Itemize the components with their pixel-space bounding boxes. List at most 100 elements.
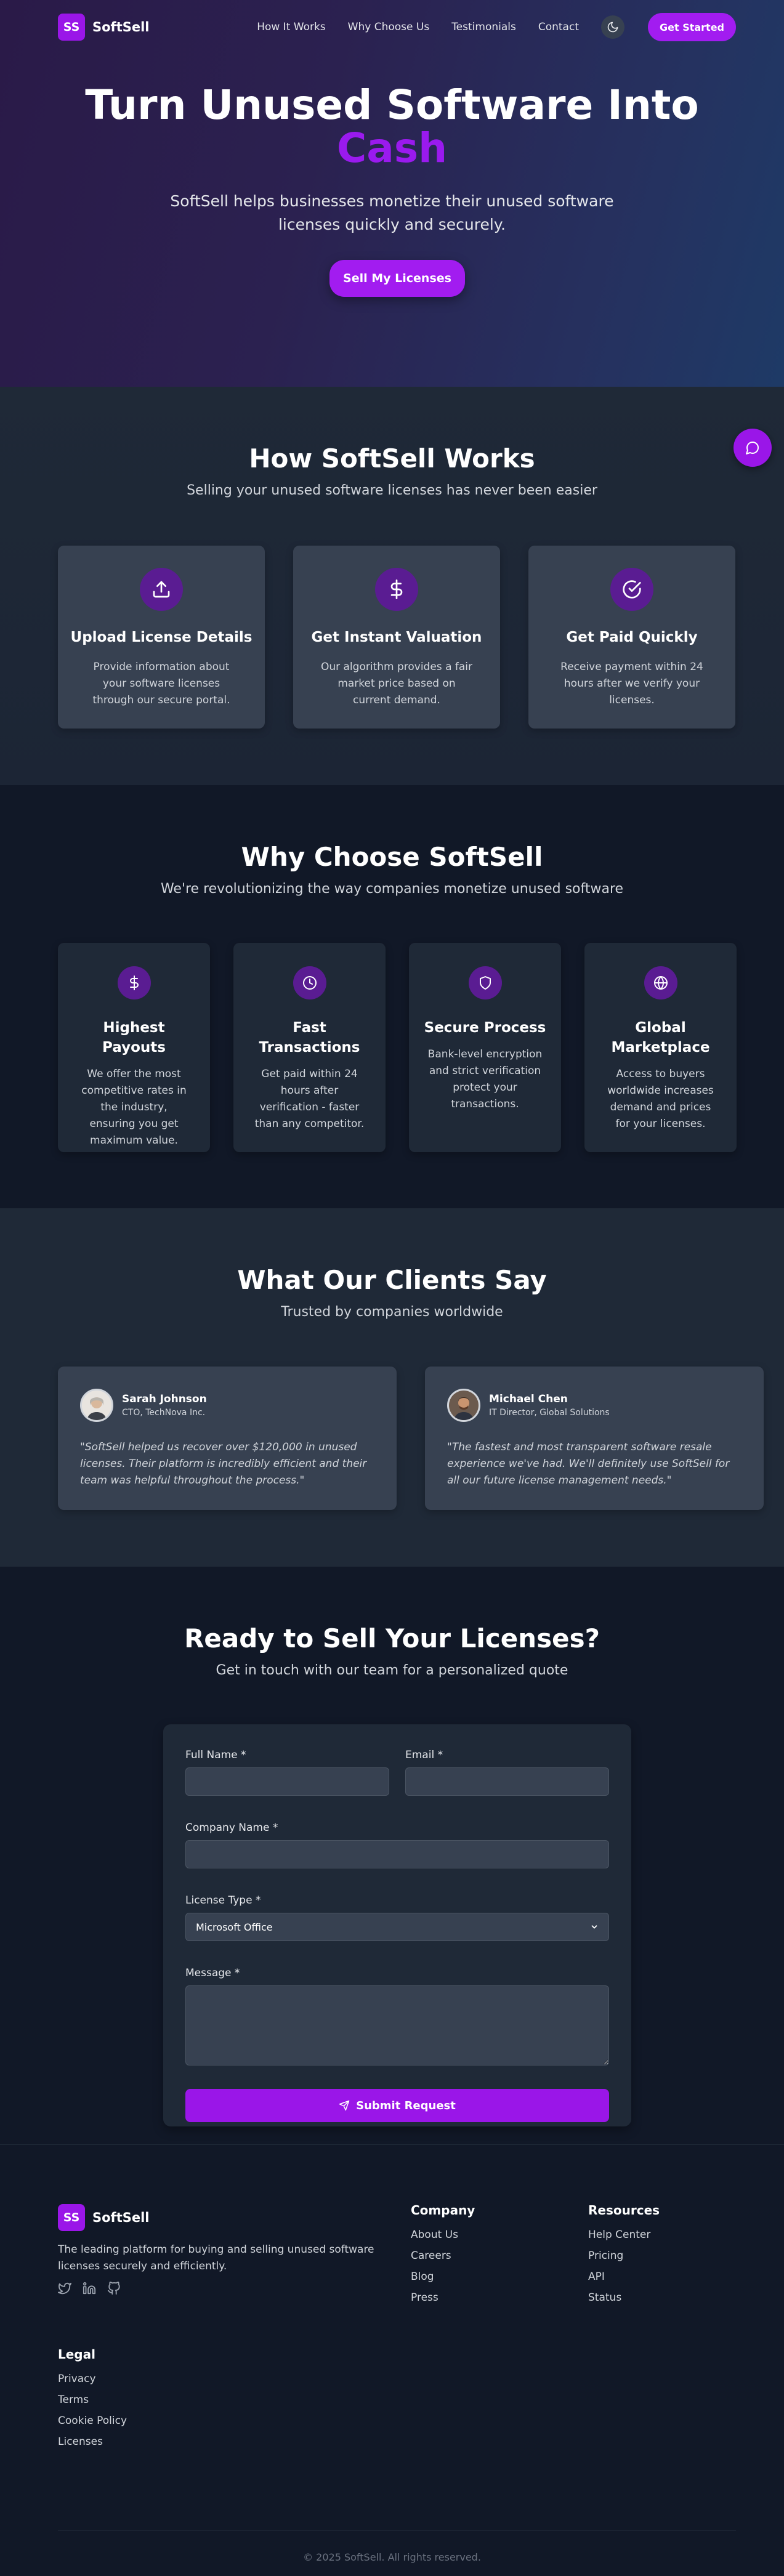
footer-link-privacy[interactable]: Privacy (58, 2373, 127, 2385)
card-title: Fast Transactions (259, 1020, 360, 1056)
card-title: Get Instant Valuation (311, 629, 482, 645)
license-type-value: Microsoft Office (196, 1921, 273, 1933)
person-role: CTO, TechNova Inc. (122, 1408, 206, 1418)
hero-title-accent: Cash (336, 124, 448, 172)
brand[interactable]: SS SoftSell (58, 14, 150, 41)
submit-request-button[interactable]: Submit Request (185, 2089, 609, 2122)
card-text: Access to buyers worldwide increases dem… (607, 1068, 714, 1130)
card-text: Receive payment within 24 hours after we… (560, 661, 703, 706)
section-title: What Our Clients Say (237, 1265, 547, 1295)
logo: SS (58, 2204, 85, 2231)
upload-icon (140, 568, 183, 611)
sell-my-licenses-button[interactable]: Sell My Licenses (329, 260, 465, 297)
card-title: Global Marketplace (611, 1020, 710, 1056)
section-title: Why Choose SoftSell (241, 842, 543, 872)
nav-link-testimonials[interactable]: Testimonials (451, 21, 516, 33)
testimonial-quote: "SoftSell helped us recover over $120,00… (80, 1441, 367, 1487)
clock-icon (293, 966, 326, 999)
message-label: Message * (185, 1967, 240, 1979)
card-text: Our algorithm provides a fair market pri… (320, 661, 473, 706)
nav-link-how-it-works[interactable]: How It Works (257, 21, 325, 33)
theme-toggle-button[interactable] (600, 15, 624, 39)
email-input[interactable] (405, 1767, 609, 1796)
footer: SS SoftSell The leading platform for buy… (0, 2144, 784, 2576)
company-name-input[interactable] (185, 1840, 609, 1868)
footer-link-api[interactable]: API (588, 2271, 660, 2283)
footer-divider (58, 2530, 736, 2531)
dollar-icon (375, 568, 418, 611)
how-card: Get Instant Valuation Our algorithm prov… (293, 546, 500, 729)
why-choose-us-section: Why Choose SoftSell We're revolutionizin… (0, 785, 784, 1208)
nav-link-contact[interactable]: Contact (538, 21, 579, 33)
message-textarea[interactable] (185, 1985, 609, 2065)
card-text: Provide information about your software … (92, 661, 230, 706)
brand-name: SoftSell (92, 20, 150, 34)
github-icon[interactable] (107, 2282, 121, 2295)
footer-link-about-us[interactable]: About Us (411, 2229, 475, 2241)
column-title: Legal (58, 2347, 95, 2362)
why-card: Global Marketplace Access to buyers worl… (584, 943, 737, 1152)
top-nav: SS SoftSell How It Works Why Choose Us T… (58, 13, 736, 41)
footer-link-terms[interactable]: Terms (58, 2394, 127, 2406)
footer-link-blog[interactable]: Blog (411, 2271, 475, 2283)
full-name-input[interactable] (185, 1767, 389, 1796)
footer-legal-column: Legal Privacy Terms Cookie Policy Licens… (58, 2347, 127, 2457)
testimonial-quote: "The fastest and most transparent softwa… (447, 1441, 730, 1487)
hero-section: SS SoftSell How It Works Why Choose Us T… (0, 0, 784, 387)
shield-icon (468, 966, 502, 999)
copyright: © 2025 SoftSell. All rights reserved. (303, 2551, 481, 2563)
contact-section: Ready to Sell Your Licenses? Get in touc… (0, 1567, 784, 2144)
footer-resources-column: Resources Help Center Pricing API Status (588, 2203, 660, 2312)
send-icon (339, 2100, 350, 2111)
section-subtitle: Get in touch with our team for a persona… (216, 1663, 568, 1678)
why-card: Fast Transactions Get paid within 24 hou… (233, 943, 386, 1152)
person-name: Sarah Johnson (122, 1393, 207, 1405)
card-text: Get paid within 24 hours after verificat… (254, 1068, 365, 1130)
footer-link-careers[interactable]: Careers (411, 2250, 475, 2262)
section-subtitle: Trusted by companies worldwide (281, 1304, 503, 1320)
social-links (58, 2282, 121, 2295)
how-it-works-section: How SoftSell Works Selling your unused s… (0, 387, 784, 785)
footer-link-pricing[interactable]: Pricing (588, 2250, 660, 2262)
how-card: Upload License Details Provide informati… (58, 546, 265, 729)
person-role: IT Director, Global Solutions (489, 1408, 610, 1418)
testimonials-section: What Our Clients Say Trusted by companie… (0, 1208, 784, 1567)
card-text: Bank-level encryption and strict verific… (427, 1048, 543, 1110)
footer-link-press[interactable]: Press (411, 2291, 475, 2304)
hero-subtitle: SoftSell helps businesses monetize their… (170, 192, 614, 233)
why-card: Highest Payouts We offer the most compet… (58, 943, 210, 1152)
dollar-icon (117, 966, 151, 999)
twitter-icon[interactable] (58, 2282, 71, 2295)
nav-link-why-choose-us[interactable]: Why Choose Us (348, 21, 430, 33)
footer-description: The leading platform for buying and sell… (58, 2243, 374, 2272)
hero-title-main: Turn Unused Software Into (85, 81, 699, 129)
section-title: Ready to Sell Your Licenses? (184, 1623, 600, 1653)
license-type-select[interactable]: Microsoft Office (185, 1913, 609, 1941)
section-title: How SoftSell Works (249, 443, 535, 474)
card-title: Get Paid Quickly (566, 629, 698, 645)
footer-brand[interactable]: SS SoftSell (58, 2204, 150, 2231)
submit-label: Submit Request (356, 2099, 456, 2112)
email-label: Email * (405, 1749, 443, 1761)
company-name-label: Company Name * (185, 1822, 278, 1834)
full-name-label: Full Name * (185, 1749, 246, 1761)
footer-link-help-center[interactable]: Help Center (588, 2229, 660, 2241)
logo: SS (58, 14, 85, 41)
person-name: Michael Chen (489, 1393, 568, 1405)
footer-link-status[interactable]: Status (588, 2291, 660, 2304)
footer-company-column: Company About Us Careers Blog Press (411, 2203, 475, 2312)
contact-form: Full Name * Email * Company Name * Licen… (163, 1724, 631, 2126)
section-subtitle: Selling your unused software licenses ha… (187, 483, 597, 498)
globe-icon (644, 966, 677, 999)
moon-icon (607, 22, 618, 33)
linkedin-icon[interactable] (83, 2282, 96, 2295)
license-type-label: License Type * (185, 1894, 261, 1907)
card-title: Secure Process (424, 1020, 546, 1036)
column-title: Company (411, 2203, 475, 2218)
card-text: We offer the most competitive rates in t… (81, 1068, 187, 1147)
card-title: Highest Payouts (102, 1020, 166, 1056)
get-started-button[interactable]: Get Started (647, 13, 736, 41)
footer-link-licenses[interactable]: Licenses (58, 2436, 127, 2448)
chevron-down-icon (591, 1925, 597, 1929)
footer-link-cookie-policy[interactable]: Cookie Policy (58, 2415, 127, 2427)
